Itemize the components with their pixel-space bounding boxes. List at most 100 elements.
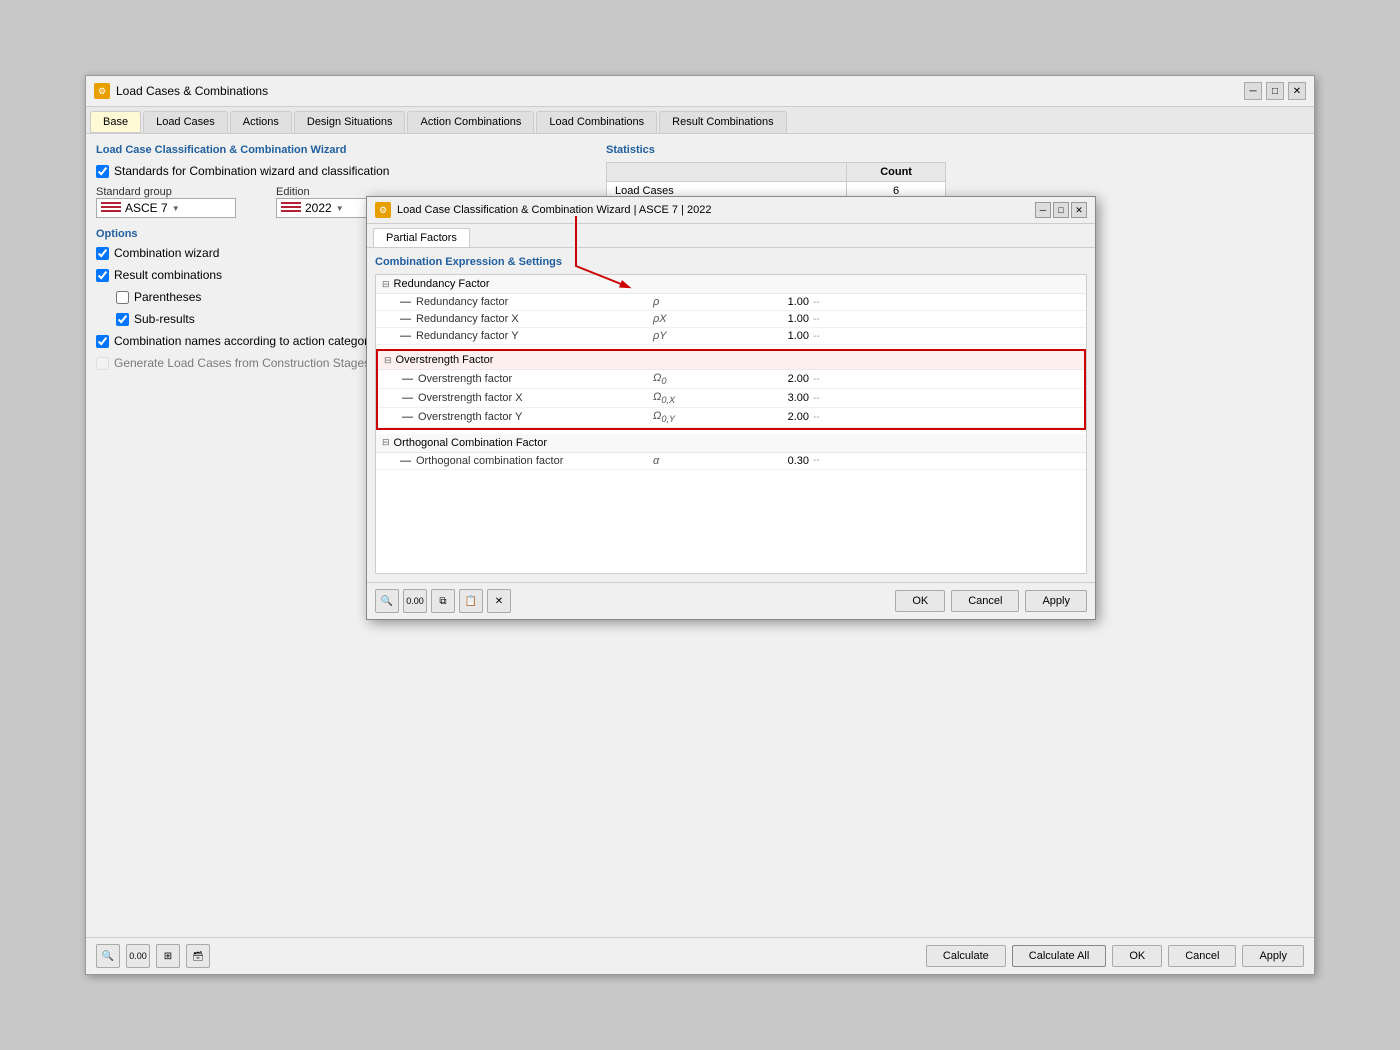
overstrength-factor-y-unit: -- bbox=[813, 412, 843, 423]
tree-row-redundancy-factor-y[interactable]: — Redundancy factor Y ρY 1.00 -- bbox=[376, 328, 1086, 345]
dialog-copy2-icon-button[interactable]: 📋 bbox=[459, 589, 483, 613]
parentheses-checkbox[interactable] bbox=[116, 291, 129, 304]
redundancy-title: Redundancy Factor bbox=[394, 278, 490, 290]
dialog-section-title: Combination Expression & Settings bbox=[375, 256, 1087, 268]
dialog-minimize-button[interactable]: ─ bbox=[1035, 202, 1051, 218]
redundancy-header: ⊟ Redundancy Factor bbox=[376, 275, 1086, 294]
calculate-all-button[interactable]: Calculate All bbox=[1012, 945, 1107, 967]
main-window: ⚙ Load Cases & Combinations ─ □ ✕ Base L… bbox=[85, 75, 1315, 975]
standard-group-select[interactable]: ASCE 7 ▼ bbox=[96, 198, 236, 218]
main-titlebar: ⚙ Load Cases & Combinations ─ □ ✕ bbox=[86, 76, 1314, 107]
redundancy-factor-unit: -- bbox=[813, 297, 843, 308]
dialog-window: ⚙ Load Case Classification & Combination… bbox=[366, 196, 1096, 620]
dialog-tab-bar: Partial Factors bbox=[367, 224, 1095, 248]
tree-row-redundancy-factor-x[interactable]: — Redundancy factor X ρX 1.00 -- bbox=[376, 311, 1086, 328]
standards-checkbox-row: Standards for Combination wizard and cla… bbox=[96, 164, 596, 178]
overstrength-factor-x-symbol: Ω0,X bbox=[653, 391, 733, 405]
orthogonal-factor-symbol: α bbox=[653, 455, 733, 467]
calculate-button[interactable]: Calculate bbox=[926, 945, 1006, 967]
redundancy-factor-name: Redundancy factor bbox=[416, 296, 653, 308]
main-apply-button[interactable]: Apply bbox=[1242, 945, 1304, 967]
dialog-content: Combination Expression & Settings ⊟ Redu… bbox=[367, 248, 1095, 582]
overstrength-factor-y-value: 2.00 bbox=[733, 411, 813, 423]
overstrength-section: ⊟ Overstrength Factor — Overstrength fac… bbox=[376, 349, 1086, 430]
tab-design-situations[interactable]: Design Situations bbox=[294, 111, 406, 133]
dialog-copy1-icon-button[interactable]: ⧉ bbox=[431, 589, 455, 613]
tab-actions[interactable]: Actions bbox=[230, 111, 292, 133]
result-combinations-label: Result combinations bbox=[114, 268, 222, 282]
redundancy-factor-y-unit: -- bbox=[813, 331, 843, 342]
dialog-app-icon: ⚙ bbox=[375, 202, 391, 218]
dialog-tab-partial-factors[interactable]: Partial Factors bbox=[373, 228, 470, 247]
dialog-close-button[interactable]: ✕ bbox=[1071, 202, 1087, 218]
main-window-title: Load Cases & Combinations bbox=[116, 84, 268, 98]
orthogonal-title: Orthogonal Combination Factor bbox=[394, 437, 547, 449]
combination-wizard-label: Combination wizard bbox=[114, 246, 219, 260]
result-combinations-checkbox[interactable] bbox=[96, 269, 109, 282]
dialog-ok-button[interactable]: OK bbox=[895, 590, 945, 612]
redundancy-factor-y-name: Redundancy factor Y bbox=[416, 330, 653, 342]
sub-results-label: Sub-results bbox=[134, 312, 195, 326]
table2-icon-button[interactable]: 🗃 bbox=[186, 944, 210, 968]
tab-result-combinations[interactable]: Result Combinations bbox=[659, 111, 787, 133]
redundancy-factor-value: 1.00 bbox=[733, 296, 813, 308]
edition-dropdown-arrow: ▼ bbox=[336, 204, 344, 213]
overstrength-factor-symbol: Ω0 bbox=[653, 372, 733, 386]
combination-wizard-checkbox[interactable] bbox=[96, 247, 109, 260]
redundancy-factor-y-value: 1.00 bbox=[733, 330, 813, 342]
stats-col-count: Count bbox=[847, 163, 946, 182]
comb-names-checkbox[interactable] bbox=[96, 335, 109, 348]
tab-action-combinations[interactable]: Action Combinations bbox=[407, 111, 534, 133]
tree-row-overstrength-factor-x[interactable]: — Overstrength factor X Ω0,X 3.00 -- bbox=[378, 389, 1084, 408]
tab-load-cases[interactable]: Load Cases bbox=[143, 111, 228, 133]
dialog-search-icon-button[interactable]: 🔍 bbox=[375, 589, 399, 613]
orthogonal-factor-name: Orthogonal combination factor bbox=[416, 455, 653, 467]
tree-row-orthogonal-factor[interactable]: — Orthogonal combination factor α 0.30 -… bbox=[376, 453, 1086, 470]
statistics-title: Statistics bbox=[606, 144, 1304, 156]
dialog-apply-button[interactable]: Apply bbox=[1025, 590, 1087, 612]
standard-group-label: Standard group bbox=[96, 186, 236, 198]
number-icon-button[interactable]: 0.00 bbox=[126, 944, 150, 968]
tree-row-redundancy-factor[interactable]: — Redundancy factor ρ 1.00 -- bbox=[376, 294, 1086, 311]
overstrength-factor-unit: -- bbox=[813, 374, 843, 385]
redundancy-factor-symbol: ρ bbox=[653, 296, 733, 308]
minimize-button[interactable]: ─ bbox=[1244, 82, 1262, 100]
dialog-titlebar: ⚙ Load Case Classification & Combination… bbox=[367, 197, 1095, 224]
search-icon-button[interactable]: 🔍 bbox=[96, 944, 120, 968]
parentheses-label: Parentheses bbox=[134, 290, 201, 304]
dialog-number-icon-button[interactable]: 0.00 bbox=[403, 589, 427, 613]
factor-tree: ⊟ Redundancy Factor — Redundancy factor … bbox=[375, 274, 1087, 574]
redundancy-expand[interactable]: ⊟ bbox=[382, 279, 390, 290]
tree-row-overstrength-factor[interactable]: — Overstrength factor Ω0 2.00 -- bbox=[378, 370, 1084, 389]
edition-value: 2022 bbox=[305, 201, 332, 215]
redundancy-factor-y-symbol: ρY bbox=[653, 330, 733, 342]
dialog-maximize-button[interactable]: □ bbox=[1053, 202, 1069, 218]
dialog-bottom-toolbar: 🔍 0.00 ⧉ 📋 ✕ OK Cancel Apply bbox=[367, 582, 1095, 619]
orthogonal-factor-value: 0.30 bbox=[733, 455, 813, 467]
main-cancel-button[interactable]: Cancel bbox=[1168, 945, 1236, 967]
tab-base[interactable]: Base bbox=[90, 111, 141, 133]
overstrength-expand[interactable]: ⊟ bbox=[384, 355, 392, 366]
dialog-cancel-button[interactable]: Cancel bbox=[951, 590, 1019, 612]
tree-row-overstrength-factor-y[interactable]: — Overstrength factor Y Ω0,Y 2.00 -- bbox=[378, 408, 1084, 427]
standards-checkbox[interactable] bbox=[96, 165, 109, 178]
wizard-title: Load Case Classification & Combination W… bbox=[96, 144, 596, 156]
redundancy-factor-x-unit: -- bbox=[813, 314, 843, 325]
orthogonal-expand[interactable]: ⊟ bbox=[382, 437, 390, 448]
maximize-button[interactable]: □ bbox=[1266, 82, 1284, 100]
overstrength-factor-x-name: Overstrength factor X bbox=[418, 392, 653, 404]
redundancy-factor-x-symbol: ρX bbox=[653, 313, 733, 325]
table1-icon-button[interactable]: ⊞ bbox=[156, 944, 180, 968]
dialog-close-icon-button[interactable]: ✕ bbox=[487, 589, 511, 613]
main-tab-bar: Base Load Cases Actions Design Situation… bbox=[86, 107, 1314, 134]
overstrength-title: Overstrength Factor bbox=[396, 354, 494, 366]
dialog-title: Load Case Classification & Combination W… bbox=[397, 204, 711, 216]
overstrength-factor-value: 2.00 bbox=[733, 373, 813, 385]
sub-results-checkbox[interactable] bbox=[116, 313, 129, 326]
overstrength-factor-y-name: Overstrength factor Y bbox=[418, 411, 653, 423]
overstrength-factor-x-unit: -- bbox=[813, 393, 843, 404]
tab-load-combinations[interactable]: Load Combinations bbox=[536, 111, 657, 133]
close-button[interactable]: ✕ bbox=[1288, 82, 1306, 100]
overstrength-header: ⊟ Overstrength Factor bbox=[378, 351, 1084, 370]
main-ok-button[interactable]: OK bbox=[1112, 945, 1162, 967]
